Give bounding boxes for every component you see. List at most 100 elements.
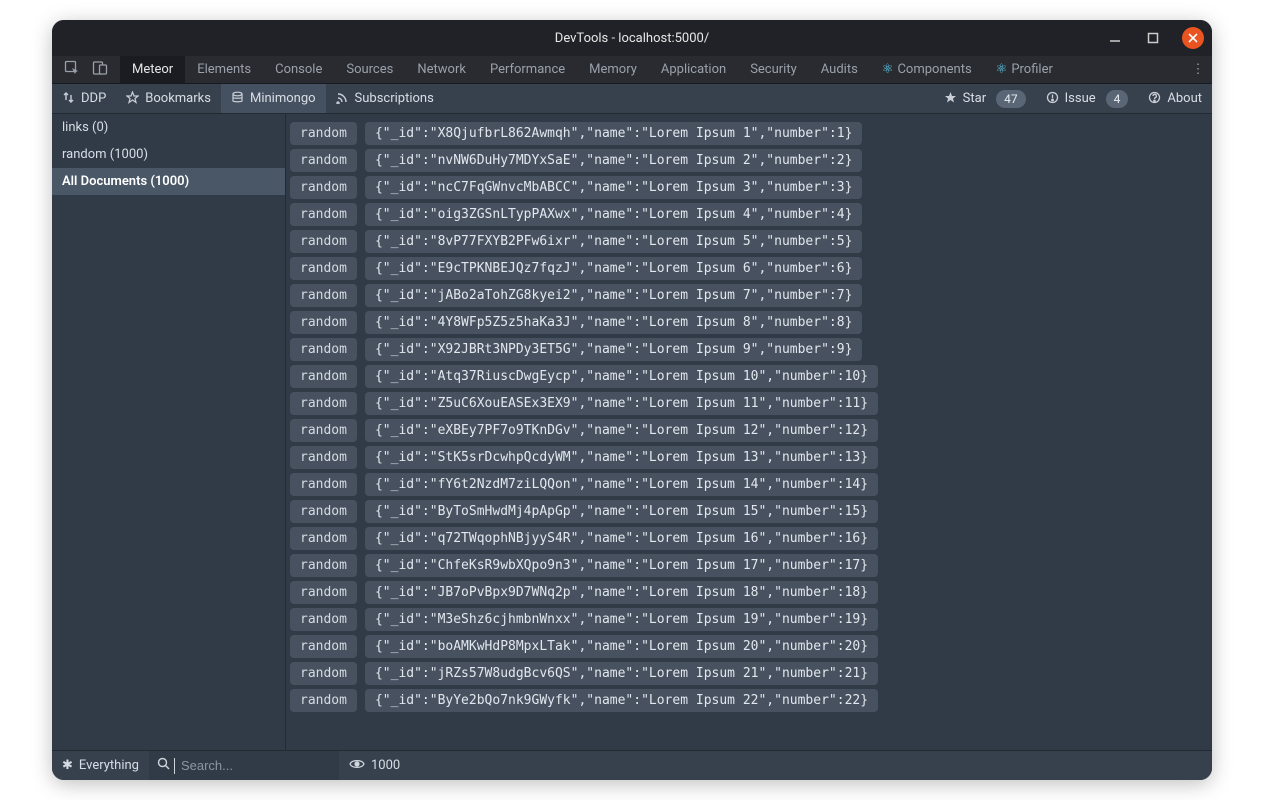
document-row[interactable]: random{"_id":"boAMKwHdP8MpxLTak","name":… — [290, 635, 1202, 658]
subnav-about[interactable]: About — [1138, 84, 1212, 113]
badge: 47 — [996, 90, 1026, 108]
document-row[interactable]: random{"_id":"oig3ZGSnLTypPAXwx","name":… — [290, 203, 1202, 226]
document-row[interactable]: random{"_id":"ChfeKsR9wbXQpo9n3","name":… — [290, 554, 1202, 577]
issue-icon — [1046, 91, 1059, 107]
badge: 4 — [1106, 90, 1129, 108]
tab-console[interactable]: Console — [263, 56, 334, 83]
inspect-element-icon[interactable] — [64, 60, 80, 80]
collection-tag: random — [290, 500, 357, 523]
collection-tag: random — [290, 446, 357, 469]
tab-label: Application — [661, 62, 726, 77]
document-row[interactable]: random{"_id":"E9cTPKNBEJQz7fqzJ","name":… — [290, 257, 1202, 280]
document-row[interactable]: random{"_id":"X8QjufbrL862Awmqh","name":… — [290, 122, 1202, 145]
subnav-ddp[interactable]: DDP — [52, 84, 116, 113]
minimize-button[interactable] — [1106, 29, 1124, 47]
subnav-star[interactable]: Star47 — [934, 84, 1036, 113]
document-row[interactable]: random{"_id":"nvNW6DuHy7MDYxSaE","name":… — [290, 149, 1202, 172]
collection-tag: random — [290, 257, 357, 280]
document-row[interactable]: random{"_id":"fY6t2NzdM7ziLQQon","name":… — [290, 473, 1202, 496]
subnav-minimongo[interactable]: Minimongo — [221, 84, 326, 113]
tab-profiler[interactable]: ⚛Profiler — [984, 56, 1065, 83]
document-row[interactable]: random{"_id":"jRZs57W8udgBcv6QS","name":… — [290, 662, 1202, 685]
document-json: {"_id":"M3eShz6cjhmbnWnxx","name":"Lorem… — [365, 608, 878, 631]
window-controls — [1106, 20, 1204, 56]
tab-performance[interactable]: Performance — [478, 56, 577, 83]
tab-components[interactable]: ⚛Components — [870, 56, 984, 83]
document-json: {"_id":"8vP77FXYB2PFw6ixr","name":"Lorem… — [365, 230, 862, 253]
collection-tag: random — [290, 365, 357, 388]
collection-tag: random — [290, 419, 357, 442]
tab-label: Memory — [589, 62, 637, 77]
tab-label: Meteor — [132, 62, 173, 77]
subnav-label: DDP — [81, 91, 106, 106]
more-menu-icon[interactable]: ⋮ — [1184, 56, 1212, 83]
document-json: {"_id":"oig3ZGSnLTypPAXwx","name":"Lorem… — [365, 203, 862, 226]
document-row[interactable]: random{"_id":"Z5uC6XouEASEx3EX9","name":… — [290, 392, 1202, 415]
collection-tag: random — [290, 581, 357, 604]
tab-sources[interactable]: Sources — [334, 56, 405, 83]
document-row[interactable]: random{"_id":"ncC7FqGWnvcMbABCC","name":… — [290, 176, 1202, 199]
sidebar-item[interactable]: links (0) — [52, 114, 285, 141]
maximize-button[interactable] — [1144, 29, 1162, 47]
search-wrapper — [149, 751, 339, 780]
tab-application[interactable]: Application — [649, 56, 738, 83]
search-caret — [174, 758, 175, 774]
subnav-bookmarks[interactable]: Bookmarks — [116, 84, 221, 113]
collection-tag: random — [290, 311, 357, 334]
document-row[interactable]: random{"_id":"JB7oPvBpx9D7WNq2p","name":… — [290, 581, 1202, 604]
titlebar: DevTools - localhost:5000/ — [52, 20, 1212, 56]
document-json: {"_id":"Z5uC6XouEASEx3EX9","name":"Lorem… — [365, 392, 878, 415]
document-row[interactable]: random{"_id":"StK5srDcwhpQcdyWM","name":… — [290, 446, 1202, 469]
tab-audits[interactable]: Audits — [809, 56, 870, 83]
tab-elements[interactable]: Elements — [185, 56, 263, 83]
sidebar-item[interactable]: random (1000) — [52, 141, 285, 168]
document-row[interactable]: random{"_id":"ByToSmHwdMj4pApGp","name":… — [290, 500, 1202, 523]
device-toggle-icon[interactable] — [92, 60, 108, 80]
documents-list[interactable]: random {"_id":"X8QjufbrL862Awmqh","name":… — [286, 114, 1212, 750]
filter-everything-button[interactable]: ✱ Everything — [52, 751, 149, 780]
document-row[interactable]: random{"_id":"Atq37RiuscDwgEycp","name":… — [290, 365, 1202, 388]
asterisk-icon: ✱ — [62, 758, 73, 773]
document-json: {"_id":"X8QjufbrL862Awmqh","name":"Lorem… — [365, 122, 862, 145]
documents-pane: random {"_id":"X8QjufbrL862Awmqh","name":… — [286, 114, 1212, 750]
filter-label: Everything — [79, 758, 139, 773]
document-row[interactable]: random{"_id":"X92JBRt3NPDy3ET5G","name":… — [290, 338, 1202, 361]
eye-icon — [349, 758, 365, 774]
devtools-tabbar: Meteor Elements Console Sources Network Perfo… — [52, 56, 1212, 84]
devtools-window: DevTools - localhost:5000/ Meteor Element… — [52, 20, 1212, 780]
collection-tag: random — [290, 149, 357, 172]
search-input[interactable] — [181, 758, 311, 773]
help-icon — [1148, 91, 1161, 107]
tab-security[interactable]: Security — [738, 56, 809, 83]
subnav-subscriptions[interactable]: Subscriptions — [326, 84, 444, 113]
sidebar-item[interactable]: All Documents (1000) — [52, 168, 285, 195]
tab-label: Console — [275, 62, 322, 77]
tab-network[interactable]: Network — [405, 56, 478, 83]
extension-subnav: DDP BookmarksMinimongoSubscriptions Star4… — [52, 84, 1212, 114]
document-row[interactable]: random{"_id":"M3eShz6cjhmbnWnxx","name":… — [290, 608, 1202, 631]
document-row[interactable]: random{"_id":"q72TWqophNBjyyS4R","name":… — [290, 527, 1202, 550]
collection-tag: random — [290, 527, 357, 550]
tab-meteor[interactable]: Meteor — [120, 56, 185, 83]
tab-label: Performance — [490, 62, 565, 77]
window-title: DevTools - localhost:5000/ — [555, 31, 709, 46]
collection-tag: random — [290, 176, 357, 199]
document-row[interactable]: random {"_id":"8vP77FXYB2PFw6ixr","name":… — [290, 230, 1202, 253]
tab-label: Sources — [346, 62, 393, 77]
document-row[interactable]: random{"_id":"eXBEy7PF7o9TKnDGv","name":… — [290, 419, 1202, 442]
subnav-issue[interactable]: Issue4 — [1036, 84, 1139, 113]
document-row[interactable]: random{"_id":"jABo2aTohZG8kyei2","name":… — [290, 284, 1202, 307]
tab-label: Profiler — [1011, 62, 1053, 77]
close-button[interactable] — [1182, 27, 1204, 49]
updown-icon — [62, 91, 75, 107]
react-icon: ⚛ — [996, 62, 1008, 77]
document-row[interactable]: random{"_id":"ByYe2bQo7nk9GWyfk","name":… — [290, 689, 1202, 712]
collection-tag: random — [290, 230, 357, 253]
document-json: {"_id":"jRZs57W8udgBcv6QS","name":"Lorem… — [365, 662, 878, 685]
subnav-label: About — [1167, 91, 1202, 106]
document-json: {"_id":"ChfeKsR9wbXQpo9n3","name":"Lorem… — [365, 554, 878, 577]
starfill-icon — [944, 91, 957, 107]
star-icon — [126, 91, 139, 107]
document-row[interactable]: random{"_id":"4Y8WFp5Z5z5haKa3J","name":… — [290, 311, 1202, 334]
tab-memory[interactable]: Memory — [577, 56, 649, 83]
